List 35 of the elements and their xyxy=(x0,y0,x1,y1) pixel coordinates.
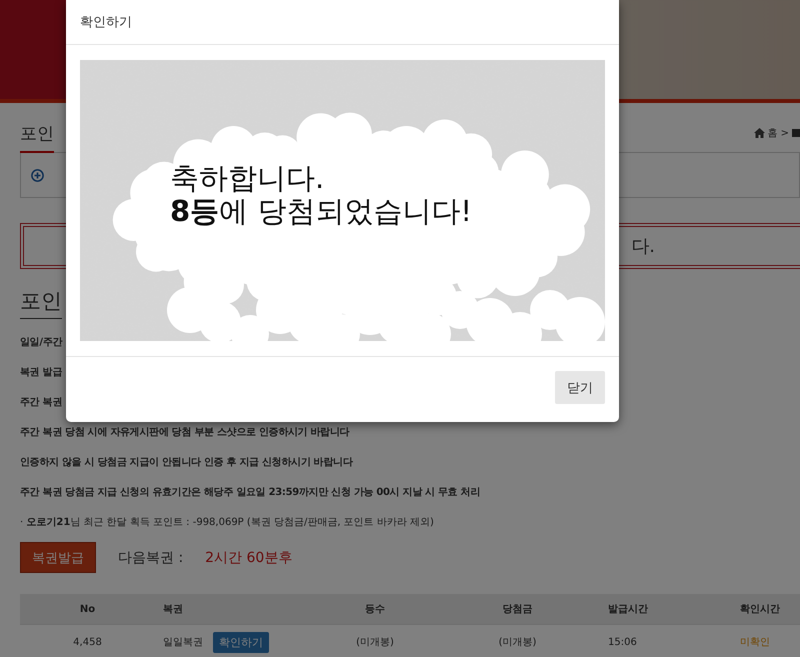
modal-title: 확인하기 xyxy=(80,14,132,31)
issue-ticket-button[interactable]: 복권발급 xyxy=(20,542,96,573)
next-ticket-time: 2시간 60분후 xyxy=(205,548,292,566)
next-ticket-label: 다음복권 : xyxy=(118,548,184,566)
table-cell-text: 일일복권 xyxy=(163,636,203,649)
table-cell: 15:06 xyxy=(608,636,637,648)
rule-text: 주간 복권 당첨금 지급 신청의 유효기간은 해당주 일요일 23:59까지만 신청 가능 00시 지날 시 무효 처리 xyxy=(20,486,480,500)
rule-text: 일일/주간 xyxy=(20,336,62,350)
rule-text: 복권 발급 xyxy=(20,366,62,380)
table-cell-text: (미개봉) xyxy=(356,636,394,649)
plus-circle-icon[interactable] xyxy=(31,168,44,182)
prize-message: 8등에 당첨되었습니다! xyxy=(170,195,472,228)
breadcrumb-separator: > xyxy=(780,128,789,138)
status-text: 미확인 xyxy=(740,636,770,649)
table-cell-text: (미개봉) xyxy=(498,636,536,649)
column-header: 등수 xyxy=(365,603,385,616)
column-header: 복권 xyxy=(163,603,183,616)
table-cell: 4,458 xyxy=(73,636,102,648)
column-header: 확인시간 xyxy=(740,603,780,616)
confirm-button[interactable]: 확인하기 xyxy=(213,632,269,652)
page-title: 포인 xyxy=(20,122,54,153)
prize-message: 축하합니다. xyxy=(170,162,326,195)
home-icon xyxy=(754,128,765,138)
square-icon xyxy=(792,129,800,137)
breadcrumb-link[interactable]: 홈 xyxy=(768,126,778,140)
rule-text: 주간 복권 xyxy=(20,396,62,410)
rule-text: 인증하지 않을 시 당첨금 지급이 안됩니다 인증 후 지급 신청하시기 바랍니다 xyxy=(20,456,353,470)
section-heading: 포인 xyxy=(20,287,62,319)
column-header: 발급시간 xyxy=(608,603,648,616)
close-button[interactable]: 닫기 xyxy=(555,371,605,404)
column-header: No xyxy=(80,604,96,614)
points-summary: · 오로기21님 최근 한달 획득 포인트 : -998,069P (복권 당첨금/판매금, 포인트 바카라 제외) xyxy=(20,516,434,530)
column-header: 당첨금 xyxy=(502,603,532,616)
notice-text: 다. xyxy=(631,235,655,258)
rule-text: 주간 복권 당첨 시에 자유게시판에 당첨 부분 스샷으로 인증하시기 바랍니다 xyxy=(20,426,350,440)
